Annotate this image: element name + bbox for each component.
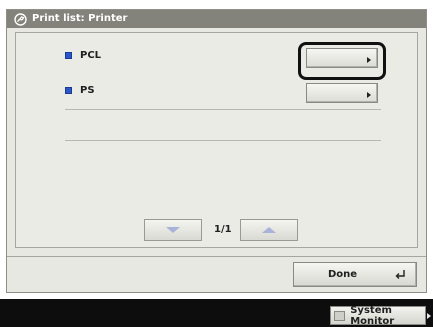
right-arrow-icon [367,92,371,98]
right-arrow-icon [367,57,371,63]
system-monitor-label: System Monitor [350,304,395,327]
list-item-label: PS [80,85,95,96]
list-divider [65,140,381,141]
bullet-icon [65,52,72,59]
title-bar: Print list: Printer [7,10,426,28]
footer-divider [7,256,426,257]
done-button[interactable]: Done [293,262,417,287]
up-arrow-icon [262,227,276,233]
right-arrow-icon [427,313,431,319]
enter-icon [395,269,406,283]
done-label: Done [328,269,358,280]
printer-wrench-icon [13,12,27,26]
page-indicator: 1/1 [214,224,232,235]
print-list-dialog: Print list: Printer PCL PS 1/1 Done [6,9,427,293]
window-title: Print list: Printer [32,13,128,24]
list-area: PCL PS 1/1 [15,32,418,248]
bullet-icon [65,87,72,94]
scroll-down-button[interactable] [144,219,202,241]
monitor-icon [334,310,346,321]
down-arrow-icon [166,227,180,233]
list-divider [65,109,381,110]
screen: Print list: Printer PCL PS 1/1 Done [0,0,433,299]
pcl-print-list-button[interactable] [306,48,378,68]
scroll-up-button[interactable] [240,219,298,241]
list-item-ps-label: PS [65,85,95,96]
list-item-label: PCL [80,50,102,61]
ps-print-list-button[interactable] [306,83,378,103]
list-item-pcl-label: PCL [65,50,101,61]
system-monitor-button[interactable]: System Monitor [330,304,426,327]
